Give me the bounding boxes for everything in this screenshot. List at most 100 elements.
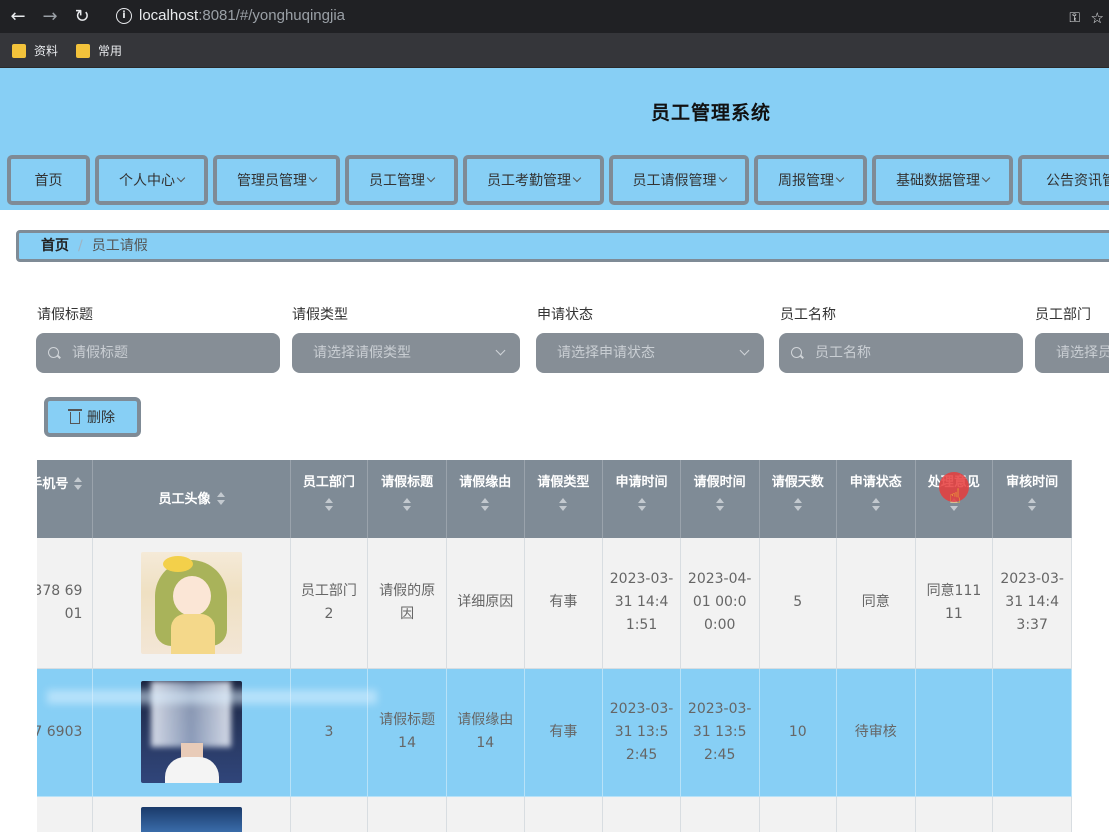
- sort-icon[interactable]: [403, 498, 412, 512]
- cell-reason: [446, 796, 525, 832]
- chevron-down-icon: [718, 173, 727, 183]
- cell-status: [836, 796, 916, 832]
- col-header-apply-time[interactable]: 申请时间: [602, 460, 681, 538]
- menu-item-notice[interactable]: 公告资讯管: [1018, 155, 1109, 205]
- cell-leave-time: 2023-03-31 13:52:45: [680, 668, 760, 797]
- cell-status: 同意: [836, 538, 916, 669]
- folder-icon: [76, 44, 90, 58]
- breadcrumb-current: 员工请假: [91, 238, 148, 254]
- star-icon[interactable]: ☆: [1091, 9, 1104, 27]
- back-icon[interactable]: ←: [6, 5, 30, 29]
- search-label-name: 员工名称: [780, 307, 836, 323]
- cell-opinion: 同意111 11: [915, 538, 994, 669]
- cell-type: 有事: [524, 538, 604, 669]
- bookmark-folder[interactable]: 资料: [12, 42, 58, 60]
- cell-avatar: [92, 668, 291, 797]
- sort-icon[interactable]: [216, 492, 225, 506]
- bookmarks-bar: 资料 常用: [0, 33, 1109, 68]
- col-header-phone[interactable]: 工手机号: [37, 460, 94, 538]
- menu-item-admin[interactable]: 管理员管理: [213, 155, 340, 205]
- menu-item-attendance[interactable]: 员工考勤管理: [463, 155, 604, 205]
- cell-title: [367, 796, 447, 832]
- cell-apply-time: 2023-03-31 13:52:45: [602, 668, 681, 797]
- select-leave-type[interactable]: 请选择请假类型: [292, 333, 520, 373]
- cell-days: 10: [759, 668, 837, 797]
- sort-icon[interactable]: [637, 498, 646, 512]
- col-header-title[interactable]: 请假标题: [367, 460, 447, 538]
- menu-item-home[interactable]: 首页: [7, 155, 90, 205]
- cell-phone: 77 6903: [37, 668, 94, 797]
- sort-icon[interactable]: [793, 498, 802, 512]
- cell-review-time: [992, 668, 1072, 797]
- col-header-dept[interactable]: 员工部门: [290, 460, 369, 538]
- search-label-dept: 员工部门: [1035, 307, 1091, 323]
- menu-item-basedata[interactable]: 基础数据管理: [872, 155, 1013, 205]
- cell-avatar: [92, 796, 291, 832]
- menu-item-employee[interactable]: 员工管理: [345, 155, 458, 205]
- breadcrumb-separator: /: [78, 238, 83, 254]
- cell-reason: 请假缘由 14: [446, 668, 525, 797]
- breadcrumb-home[interactable]: 首页: [41, 238, 69, 254]
- site-info-icon[interactable]: i: [116, 8, 132, 24]
- sort-icon[interactable]: [559, 498, 568, 512]
- browser-toolbar: ← → ↻ i localhost:8081/#/yonghuqingjia ⚿…: [0, 0, 1109, 33]
- table-row[interactable]: 77 6903 3 请假标题 14 请假缘由 14 有事 2023-03-31 …: [37, 668, 1072, 797]
- sort-icon[interactable]: [1028, 498, 1037, 512]
- table-row[interactable]: 770378 6901 员工部门 2 请假的原因 详细原因 有事 2023-03…: [37, 538, 1072, 669]
- address-bar[interactable]: i localhost:8081/#/yonghuqingjia ⚿ ☆: [104, 3, 1104, 30]
- cell-phone: 770378 6901: [37, 538, 94, 669]
- forward-icon[interactable]: →: [38, 5, 62, 29]
- sort-icon[interactable]: [715, 498, 724, 512]
- cell-status: 待审核: [836, 668, 916, 797]
- bookmark-folder[interactable]: 常用: [76, 42, 122, 60]
- search-input-name[interactable]: 员工名称: [779, 333, 1023, 373]
- cell-review-time: 2023-03-31 14:43:37: [992, 538, 1072, 669]
- menu-item-weekly[interactable]: 周报管理: [754, 155, 867, 205]
- delete-button[interactable]: 删除: [44, 397, 141, 437]
- breadcrumb: 首页 / 员工请假: [16, 230, 1109, 262]
- col-header-review-time[interactable]: 审核时间: [992, 460, 1072, 538]
- menu-item-leave[interactable]: 员工请假管理: [609, 155, 749, 205]
- cell-opinion: [915, 796, 994, 832]
- menu-item-personal[interactable]: 个人中心: [95, 155, 208, 205]
- avatar[interactable]: [141, 806, 242, 832]
- leave-table: 工手机号 员工头像 员工部门 请假标题 请假缘由 请假类型 申请时间 请假时间 …: [37, 460, 1109, 832]
- col-header-status[interactable]: 申请状态: [836, 460, 916, 538]
- search-input-title[interactable]: 请假标题: [36, 333, 280, 373]
- cell-reason: 详细原因: [446, 538, 525, 669]
- url-text: localhost:8081/#/yonghuqingjia: [139, 7, 345, 24]
- col-header-days[interactable]: 请假天数: [759, 460, 837, 538]
- col-header-type[interactable]: 请假类型: [524, 460, 604, 538]
- cell-opinion: [915, 668, 994, 797]
- table-row[interactable]: [37, 796, 1072, 832]
- chevron-down-icon: [308, 173, 318, 183]
- cell-review-time: [992, 796, 1072, 832]
- reload-icon[interactable]: ↻: [70, 5, 94, 29]
- key-icon[interactable]: ⚿: [1069, 10, 1080, 26]
- chevron-down-icon: [835, 173, 845, 183]
- cell-title: 请假的原因: [367, 538, 447, 669]
- app-header: [0, 68, 1109, 150]
- sort-icon[interactable]: [74, 477, 83, 491]
- app-title: 员工管理系统: [651, 102, 772, 124]
- cell-type: 有事: [524, 668, 604, 797]
- cell-days: 5: [759, 538, 837, 669]
- select-dept[interactable]: 请选择员: [1035, 333, 1109, 373]
- sort-icon[interactable]: [324, 498, 333, 512]
- chevron-down-icon: [572, 173, 582, 183]
- cell-leave-time: [680, 796, 760, 832]
- cell-type: [524, 796, 604, 832]
- search-label-type: 请假类型: [292, 307, 348, 323]
- sort-icon[interactable]: [871, 498, 880, 512]
- pointer-hand-icon: ☝: [949, 484, 962, 508]
- avatar[interactable]: [141, 551, 242, 654]
- select-apply-status[interactable]: 请选择申请状态: [536, 333, 764, 373]
- chevron-down-icon: [426, 173, 436, 183]
- col-header-avatar[interactable]: 员工头像: [92, 460, 291, 538]
- search-label-status: 申请状态: [537, 307, 593, 323]
- blur-overlay: [47, 690, 377, 704]
- cell-avatar: [92, 538, 291, 669]
- sort-icon[interactable]: [481, 498, 490, 512]
- col-header-leave-time[interactable]: 请假时间: [680, 460, 760, 538]
- col-header-reason[interactable]: 请假缘由: [446, 460, 525, 538]
